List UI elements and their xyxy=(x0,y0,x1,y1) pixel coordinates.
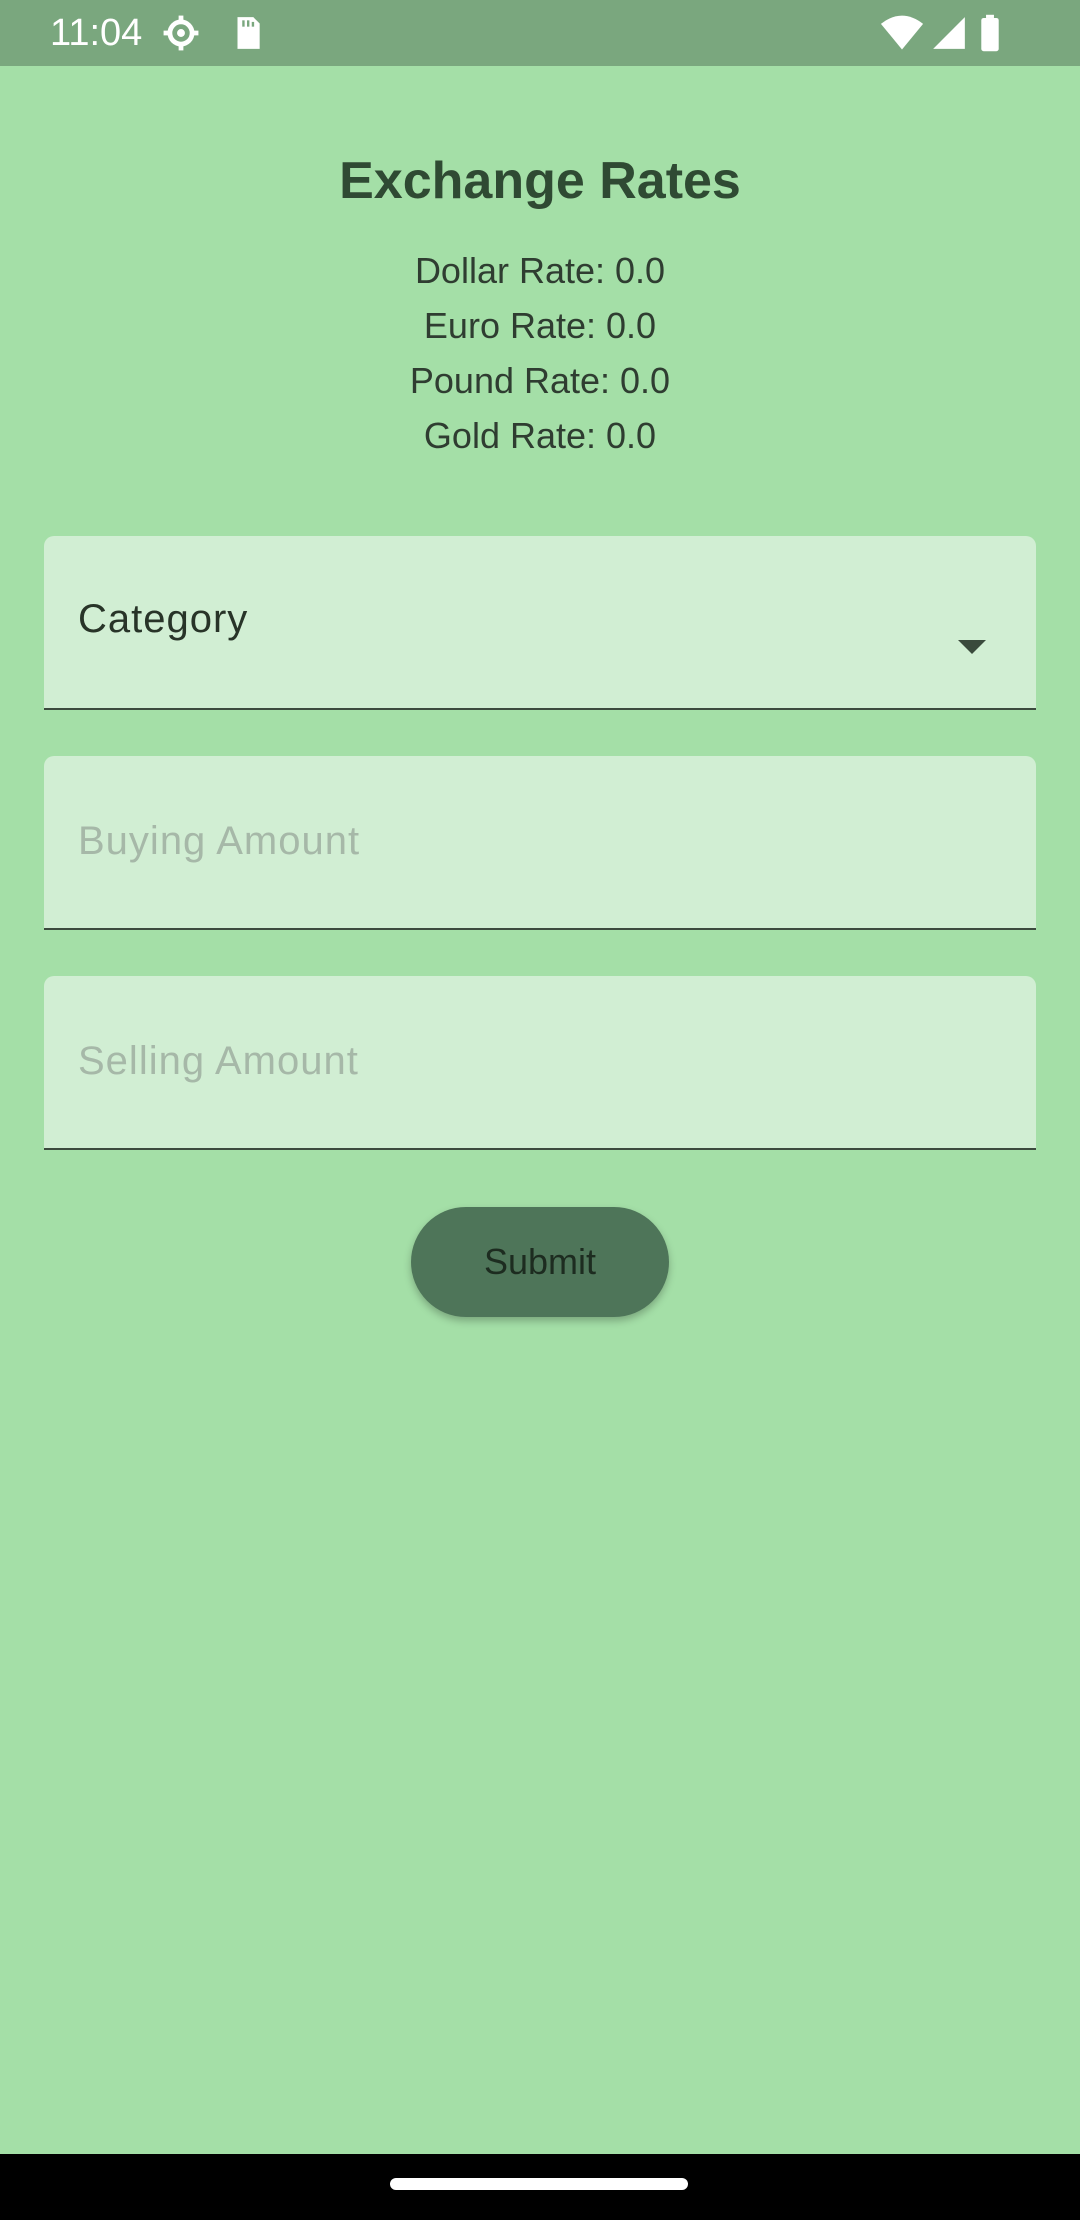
battery-icon xyxy=(978,14,1002,52)
buying-amount-input[interactable]: Buying Amount xyxy=(44,756,1036,930)
submit-button-label: Submit xyxy=(483,1241,597,1282)
buying-amount-placeholder: Buying Amount xyxy=(78,819,361,863)
dollar-rate-text: Dollar Rate: 0.0 xyxy=(414,250,666,291)
sd-card-icon xyxy=(228,14,266,52)
page-title: Exchange Rates xyxy=(339,152,741,210)
signal-icon xyxy=(930,14,968,52)
wifi-icon xyxy=(880,14,924,52)
navigation-bar xyxy=(0,2154,1080,2220)
home-indicator[interactable] xyxy=(390,2178,688,2190)
submit-button[interactable]: Submit xyxy=(411,1207,669,1317)
gold-rate-text: Gold Rate: 0.0 xyxy=(423,415,657,456)
euro-rate-text: Euro Rate: 0.0 xyxy=(423,305,657,346)
selling-amount-input[interactable]: Selling Amount xyxy=(44,976,1036,1150)
category-dropdown[interactable]: Category xyxy=(44,536,1036,710)
pound-rate-text: Pound Rate: 0.0 xyxy=(409,360,671,401)
dropdown-arrow-icon xyxy=(958,640,986,654)
category-label: Category xyxy=(78,597,249,641)
settings-gear-icon xyxy=(162,14,200,52)
status-time: 11:04 xyxy=(50,12,143,54)
status-bar: 11:04 xyxy=(0,0,1080,66)
selling-amount-placeholder: Selling Amount xyxy=(78,1039,359,1083)
